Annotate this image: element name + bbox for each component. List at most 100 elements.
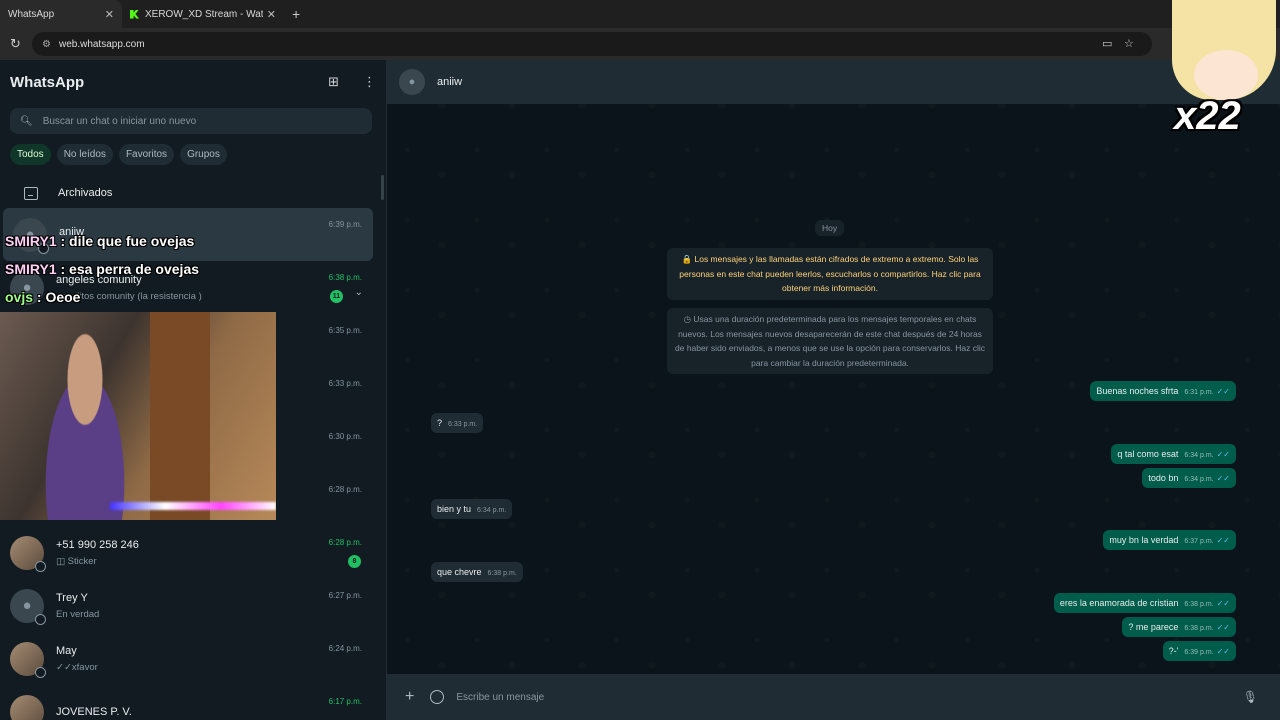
encryption-notice[interactable]: 🔒 Los mensajes y las llamadas están cifr… [667,248,993,300]
chat-name: May [56,644,77,657]
message-time: 6:33 p.m. [448,421,478,428]
chat-time: 6:39 p.m. [328,220,362,229]
message-text: ?-' [1168,646,1179,656]
archived-row[interactable]: Archivados [0,175,386,211]
message-out[interactable]: ? me parece 6:38 p.m. ✓✓ [1122,617,1236,637]
reload-icon[interactable]: ↻ [10,36,21,52]
sticker-text: x22 [1174,94,1241,138]
read-ticks-icon: ✓✓ [1216,536,1230,545]
chat-item[interactable]: +51 990 258 246 ◫ Sticker 6:28 p.m. 8 [0,526,373,579]
avatar [10,694,44,720]
stream-chat-text: : Oeoe [33,289,81,305]
message-out[interactable]: eres la enamorada de cristian 6:38 p.m. ✓✓ [1053,593,1236,613]
message-out[interactable]: todo bn 6:34 p.m. ✓✓ [1142,468,1236,488]
close-tab-icon[interactable]: ✕ [267,8,276,21]
chat-item[interactable]: May ✓✓xfavor 6:24 p.m. [0,632,373,685]
message-time: 6:34 p.m. [477,507,507,514]
stream-chat-line: ovjs : Oeoe [5,289,80,305]
chat-time: 6:33 p.m. [328,379,362,388]
filter-chips: Todos No leídos Favoritos Grupos [10,144,376,165]
status-icon [35,560,46,572]
ephemeral-notice[interactable]: ◷ Usas una duración predeterminada para … [667,308,993,374]
bookmark-star-icon[interactable]: ☆ [1124,37,1134,50]
chat-time: 6:24 p.m. [328,644,362,653]
message-out[interactable]: Buenas noches sfrta 6:31 p.m. ✓✓ [1090,381,1236,401]
emoji-icon[interactable] [430,690,445,704]
message-text: que chevre [437,567,482,577]
filter-groups[interactable]: Grupos [180,144,227,165]
message-out[interactable]: muy bn la verdad 6:37 p.m. ✓✓ [1103,530,1236,550]
chat-item[interactable]: JOVENES P. V. 6:17 p.m. [0,685,373,720]
chat-preview: ✓✓xfavor [56,661,98,673]
message-out[interactable]: ?-' 6:39 p.m. ✓✓ [1162,641,1236,661]
webcam-overlay [0,312,276,520]
chat-time: 6:35 p.m. [328,326,362,335]
stream-chat-line: SMIRY1 : dile que fue ovejas [5,233,194,249]
menu-kebab-icon[interactable]: ⋮ [363,74,376,90]
chat-name: Trey Y [56,591,88,604]
timer-icon: ◷ [683,314,694,324]
chat-time: 6:17 p.m. [328,697,362,706]
message-time: 6:31 p.m. [1184,389,1214,396]
new-chat-icon[interactable]: ⊞ [328,74,339,90]
browser-tab-bar: WhatsApp ✕ XEROW_XD Stream - Watch Liv ✕… [0,0,1280,28]
sidebar-header: WhatsApp ⊞ ⋮ [0,60,386,104]
chat-item[interactable]: ● Trey Y En verdad 6:27 p.m. [0,579,373,632]
day-divider: Hoy [815,220,845,236]
chat-name: +51 990 258 246 [56,538,139,551]
message-text: q tal como esat [1117,449,1179,459]
conversation-header[interactable]: ● aniiw [387,60,1280,104]
microphone-icon[interactable]: 🎙︎ [1243,690,1258,704]
message-in[interactable]: que chevre 6:38 p.m. [431,562,523,582]
filter-all[interactable]: Todos [10,144,51,165]
message-time: 6:39 p.m. [1184,649,1214,656]
sticker-icon: ◫ [56,555,68,567]
message-input[interactable]: Escribe un mensaje [456,692,544,703]
close-tab-icon[interactable]: ✕ [105,8,114,21]
chat-time: 6:30 p.m. [328,432,362,441]
webcam-shelf [150,312,210,520]
unread-badge: 8 [348,555,361,568]
tab-stream[interactable]: XEROW_XD Stream - Watch Liv ✕ [122,0,284,28]
site-settings-icon[interactable]: ⚙ [42,39,51,50]
tab-whatsapp[interactable]: WhatsApp ✕ [0,0,122,28]
filter-favorites[interactable]: Favoritos [118,144,175,165]
stream-chat-user: SMIRY1 [5,261,57,277]
read-ticks-icon: ✓✓ [1216,599,1230,608]
message-text: Buenas noches sfrta [1096,386,1179,396]
search-input[interactable]: 🔍︎ Buscar un chat o iniciar uno nuevo [10,108,372,134]
url-text: web.whatsapp.com [58,38,145,50]
message-time: 6:34 p.m. [1184,476,1214,483]
url-input[interactable]: ⚙ web.whatsapp.com [32,32,1152,56]
read-ticks-icon: ✓✓ [1216,387,1230,396]
sidebar-scrollbar[interactable] [381,175,384,200]
chat-preview: Sticker [67,555,97,567]
conversation-panel: ● aniiw Hoy 🔒 Los mensajes y las llamada… [387,60,1280,720]
anime-sticker-overlay: x22 [1164,0,1280,148]
chat-name: JOVENES P. V. [56,705,132,718]
chat-time: 6:38 p.m. [328,273,362,282]
message-in[interactable]: bien y tu 6:34 p.m. [431,499,513,519]
avatar: ● [10,588,46,625]
cast-icon[interactable]: ▭ [1102,37,1112,50]
message-time: 6:34 p.m. [1184,452,1214,459]
stream-chat-user: SMIRY1 [5,233,57,249]
archived-label: Archivados [58,187,113,199]
message-text: muy bn la verdad [1109,535,1179,545]
tab-title: XEROW_XD Stream - Watch Liv [145,8,263,20]
contact-avatar[interactable]: ● [399,69,425,95]
chat-time: 6:27 p.m. [328,591,362,600]
chevron-down-icon[interactable]: ⌄ [355,287,363,298]
read-ticks-icon: ✓✓ [1216,623,1230,632]
webcam-led-strip [110,502,276,510]
message-out[interactable]: q tal como esat 6:34 p.m. ✓✓ [1111,444,1236,464]
address-bar: ↻ ⚙ web.whatsapp.com ▭ ☆ [0,28,1280,60]
stream-chat-text: : esa perra de ovejas [56,261,200,277]
attach-plus-icon[interactable]: + [405,688,414,706]
ephemeral-notice-text: Usas una duración predeterminada para lo… [675,314,985,368]
new-tab-icon[interactable]: + [292,6,300,22]
filter-unread[interactable]: No leídos [56,144,113,165]
app-title: WhatsApp [10,73,85,91]
search-placeholder: Buscar un chat o iniciar uno nuevo [42,115,197,127]
message-in[interactable]: ? 6:33 p.m. [431,413,484,433]
